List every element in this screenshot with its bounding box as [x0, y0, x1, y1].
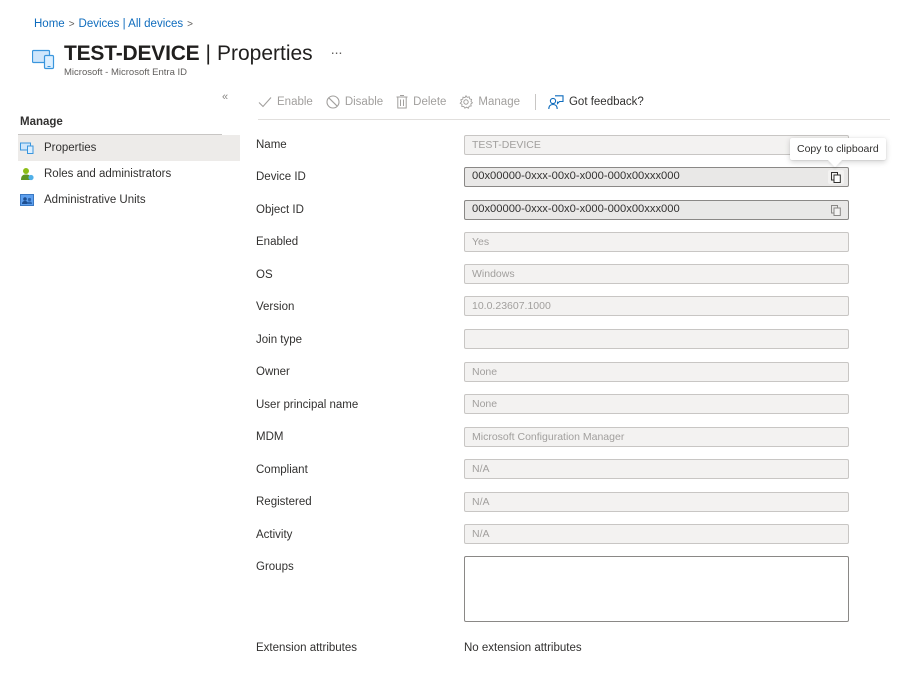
delete-label: Delete: [413, 96, 447, 108]
compliant-label: Compliant: [256, 464, 308, 476]
join-type-label: Join type: [256, 334, 303, 346]
checkmark-icon: [258, 96, 272, 108]
gear-icon: [459, 95, 474, 109]
compliant-field[interactable]: N/A: [464, 459, 849, 479]
disable-label: Disable: [344, 96, 384, 108]
page-subtitle: Microsoft - Microsoft Entra ID: [64, 67, 187, 78]
version-label: Version: [256, 301, 295, 313]
os-label: OS: [256, 269, 273, 281]
block-icon: [326, 95, 340, 109]
manage-button[interactable]: Manage: [459, 92, 520, 112]
sidebar-item-label: Roles and administrators: [44, 168, 172, 180]
extension-attributes-value: No extension attributes: [464, 642, 582, 654]
feedback-button[interactable]: Got feedback?: [548, 92, 644, 112]
activity-label: Activity: [256, 529, 293, 541]
title-separator: |: [205, 42, 211, 65]
device-id-value: 00x00000-0xxx-00x0-x000-000x00xxx000: [472, 170, 680, 182]
upn-field[interactable]: None: [464, 394, 849, 414]
activity-field[interactable]: N/A: [464, 524, 849, 544]
mdm-label: MDM: [256, 431, 284, 443]
trash-icon: [396, 95, 408, 109]
admin-units-icon: [20, 193, 34, 207]
mdm-field[interactable]: Microsoft Configuration Manager: [464, 427, 849, 447]
collapse-sidebar-button[interactable]: «: [222, 91, 228, 103]
enable-button[interactable]: Enable: [258, 92, 313, 112]
sidebar-item-label: Administrative Units: [44, 194, 146, 206]
upn-label: User principal name: [256, 399, 359, 411]
sidebar-item-properties[interactable]: Properties: [18, 135, 240, 161]
sidebar-item-admin-units[interactable]: Administrative Units: [18, 187, 240, 213]
registered-field[interactable]: N/A: [464, 492, 849, 512]
breadcrumb: Home > Devices | All devices >: [34, 18, 193, 30]
copy-tooltip: Copy to clipboard: [790, 138, 886, 160]
breadcrumb-devices[interactable]: Devices | All devices: [79, 18, 184, 30]
sidebar: Manage Properties Roles and administrato…: [18, 110, 240, 213]
more-options-button[interactable]: ...: [331, 41, 343, 57]
copy-icon: [831, 204, 841, 216]
registered-label: Registered: [256, 496, 312, 508]
sidebar-item-roles[interactable]: Roles and administrators: [18, 161, 240, 187]
enabled-field[interactable]: Yes: [464, 232, 849, 252]
sidebar-section-manage: Manage: [18, 110, 222, 135]
command-bar: Enable Disable Delete Manage Got feedbac…: [258, 92, 890, 120]
enable-label: Enable: [277, 96, 313, 108]
device-id-field[interactable]: 00x00000-0xxx-00x0-x000-000x00xxx000: [464, 167, 849, 187]
enabled-label: Enabled: [256, 236, 299, 248]
os-field[interactable]: Windows: [464, 264, 849, 284]
feedback-label: Got feedback?: [568, 96, 644, 108]
devices-icon: [20, 141, 34, 155]
device-icon: [31, 48, 56, 70]
page-subtitle-section: Properties: [216, 42, 313, 65]
object-id-field[interactable]: 00x00000-0xxx-00x0-x000-000x00xxx000: [464, 200, 849, 220]
toolbar-divider: [534, 94, 536, 110]
owner-label: Owner: [256, 366, 290, 378]
roles-icon: [20, 167, 34, 181]
breadcrumb-home[interactable]: Home: [34, 18, 65, 30]
sidebar-item-label: Properties: [44, 142, 97, 154]
copy-icon: [831, 171, 841, 183]
version-field[interactable]: 10.0.23607.1000: [464, 296, 849, 316]
groups-label: Groups: [256, 561, 294, 573]
page-title: TEST-DEVICE: [64, 42, 200, 65]
disable-button[interactable]: Disable: [326, 92, 383, 112]
manage-label: Manage: [478, 96, 520, 108]
object-id-label: Object ID: [256, 204, 304, 216]
device-id-label: Device ID: [256, 171, 306, 183]
join-type-field[interactable]: [464, 329, 849, 349]
owner-field[interactable]: None: [464, 362, 849, 382]
delete-button[interactable]: Delete: [396, 92, 446, 112]
breadcrumb-separator: >: [187, 18, 193, 30]
object-id-value: 00x00000-0xxx-00x0-x000-000x00xxx000: [472, 203, 680, 215]
copy-object-id-button[interactable]: [828, 203, 844, 217]
groups-field[interactable]: [464, 556, 849, 622]
feedback-icon: [548, 94, 564, 110]
extension-attributes-label: Extension attributes: [256, 642, 358, 654]
name-label: Name: [256, 139, 287, 151]
page-header: TEST-DEVICE | Properties ... Microsoft -…: [31, 41, 343, 78]
breadcrumb-separator: >: [68, 18, 75, 30]
copy-device-id-button[interactable]: [828, 170, 844, 184]
